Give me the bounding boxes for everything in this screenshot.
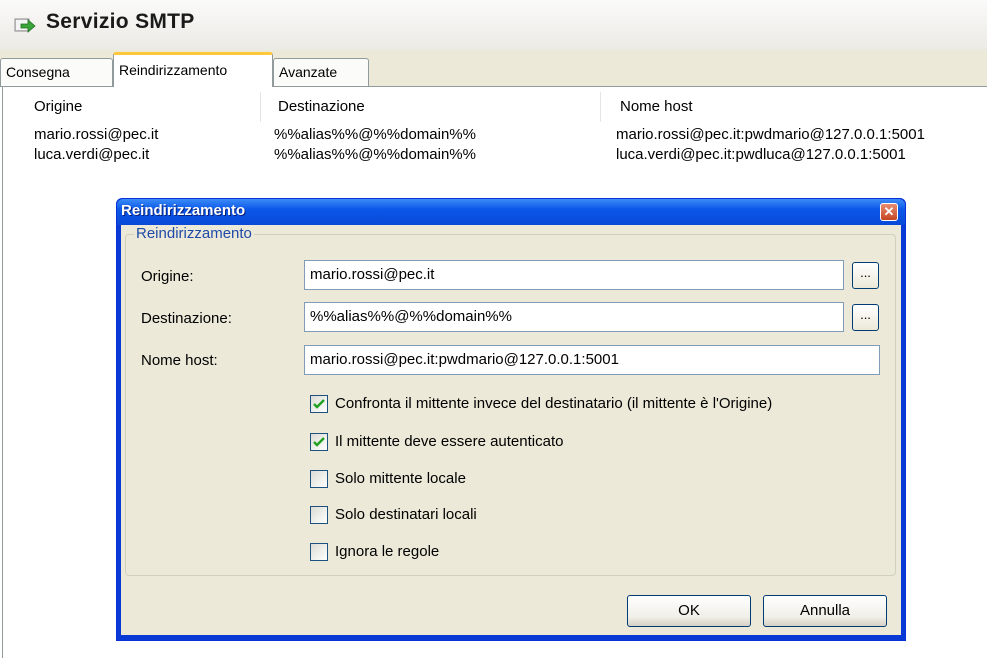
checkbox-box[interactable]	[310, 395, 328, 413]
tab-consegna[interactable]: Consegna	[0, 58, 113, 86]
checkbox-box[interactable]	[310, 543, 328, 561]
column-header-nome-host[interactable]: Nome host	[600, 92, 987, 122]
cell-origine: mario.rossi@pec.it	[34, 126, 159, 143]
ok-button[interactable]: OK	[627, 595, 751, 627]
checkbox-solo-mittente-locale[interactable]: Solo mittente locale	[310, 469, 510, 491]
table-row[interactable]: luca.verdi@pec.it %%alias%%@%%domain%% l…	[12, 145, 987, 165]
tab-avanzate[interactable]: Avanzate	[273, 58, 369, 86]
destinazione-field[interactable]: %%alias%%@%%domain%%	[304, 302, 844, 332]
checkbox-box[interactable]	[310, 470, 328, 488]
checkbox-mittente-autenticato[interactable]: Il mittente deve essere autenticato	[310, 432, 650, 454]
groupbox-label: Reindirizzamento	[134, 225, 254, 242]
cell-host: mario.rossi@pec.it:pwdmario@127.0.0.1:50…	[616, 126, 925, 143]
nome-host-label: Nome host:	[141, 352, 218, 369]
origine-label: Origine:	[141, 268, 194, 285]
origine-browse-button[interactable]: ...	[852, 262, 879, 289]
arrow-icon	[14, 18, 36, 33]
table-row[interactable]: mario.rossi@pec.it %%alias%%@%%domain%% …	[12, 125, 987, 145]
cancel-button[interactable]: Annulla	[763, 595, 887, 627]
cell-origine: luca.verdi@pec.it	[34, 146, 150, 163]
tab-reindirizzamento[interactable]: Reindirizzamento	[113, 52, 273, 87]
checkbox-box[interactable]	[310, 433, 328, 451]
destinazione-label: Destinazione:	[141, 310, 232, 327]
header-bar: Servizio SMTP	[0, 0, 987, 50]
destinazione-browse-button[interactable]: ...	[852, 304, 879, 331]
dialog-title: Reindirizzamento	[121, 202, 246, 219]
checkbox-ignora-regole[interactable]: Ignora le regole	[310, 542, 490, 564]
redirect-dialog: Reindirizzamento ✕ Reindirizzamento Orig…	[116, 198, 906, 641]
cell-host: luca.verdi@pec.it:pwdluca@127.0.0.1:5001	[616, 146, 906, 163]
checkbox-box[interactable]	[310, 506, 328, 524]
column-header-origine[interactable]: Origine	[12, 92, 261, 122]
checkbox-confronta-mittente[interactable]: Confronta il mittente invece del destina…	[310, 394, 880, 416]
redirect-groupbox: Reindirizzamento Origine: mario.rossi@pe…	[125, 225, 896, 576]
checkbox-solo-destinatari-locali[interactable]: Solo destinatari locali	[310, 505, 530, 527]
close-icon[interactable]: ✕	[880, 203, 898, 221]
column-header-destinazione[interactable]: Destinazione	[260, 92, 601, 122]
nome-host-field[interactable]: mario.rossi@pec.it:pwdmario@127.0.0.1:50…	[304, 345, 880, 375]
dialog-titlebar[interactable]: Reindirizzamento ✕	[117, 199, 905, 225]
checkmark-icon	[313, 399, 325, 409]
checkmark-icon	[313, 437, 325, 447]
origine-field[interactable]: mario.rossi@pec.it	[304, 260, 844, 290]
page-title: Servizio SMTP	[46, 10, 195, 33]
cell-destinazione: %%alias%%@%%domain%%	[274, 146, 476, 163]
cell-destinazione: %%alias%%@%%domain%%	[274, 126, 476, 143]
dialog-body: Reindirizzamento Origine: mario.rossi@pe…	[121, 225, 901, 635]
